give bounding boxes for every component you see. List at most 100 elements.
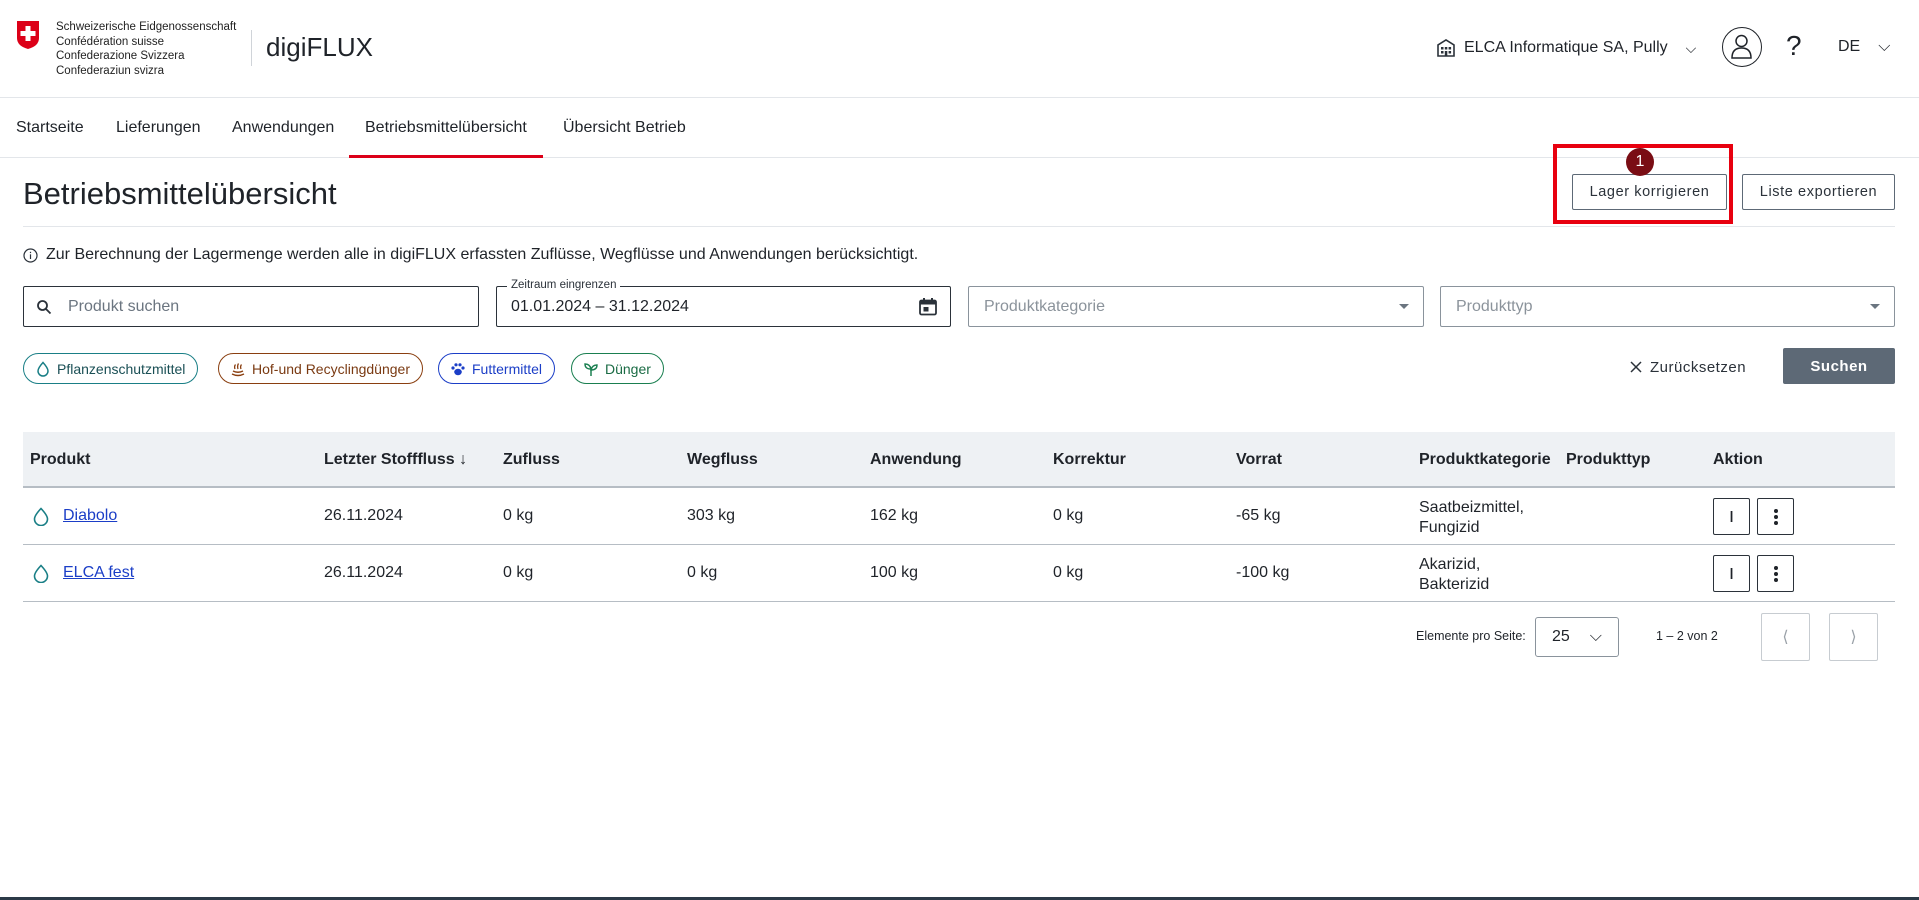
- column-header-anwendung[interactable]: Anwendung: [870, 432, 962, 488]
- search-button[interactable]: Suchen: [1783, 348, 1895, 384]
- cell-vorrat: -65 kg: [1236, 507, 1281, 524]
- drop-icon: [37, 360, 49, 377]
- column-header-produkt[interactable]: Produkt: [30, 432, 90, 488]
- header-divider: [251, 30, 252, 66]
- chevron-down-icon: ⌵: [1878, 38, 1891, 55]
- user-avatar-button[interactable]: [1722, 27, 1762, 67]
- language-label: DE: [1838, 38, 1861, 55]
- cell-korrektur: 0 kg: [1053, 507, 1084, 524]
- cell-letzter-stofffluss: 26.11.2024: [324, 564, 403, 581]
- caret-down-icon: [1399, 304, 1409, 309]
- date-range-field[interactable]: Zeitraum eingrenzen 01.01.2024 – 31.12.2…: [496, 279, 951, 327]
- chevron-down-icon: ⌵: [1589, 628, 1602, 645]
- product-type-placeholder: Produkttyp: [1456, 298, 1533, 315]
- next-page-button[interactable]: ⟩: [1829, 613, 1878, 661]
- more-vertical-icon: [1773, 508, 1778, 525]
- product-link[interactable]: ELCA fest: [63, 564, 134, 582]
- chip-futtermittel[interactable]: Futtermittel: [438, 353, 556, 384]
- reset-label: Zurücksetzen: [1650, 358, 1747, 376]
- chip-pflanzenschutzmittel[interactable]: Pflanzenschutzmittel: [23, 353, 199, 384]
- category-line: Akarizid,: [1419, 556, 1481, 573]
- category-line: Fungizid: [1419, 519, 1480, 536]
- confederation-line-it: Confederazione Svizzera: [56, 50, 185, 62]
- tab-lieferungen[interactable]: Lieferungen: [100, 98, 217, 158]
- organization-name: ELCA Informatique SA, Pully: [1464, 39, 1668, 56]
- product-name[interactable]: ELCA fest: [63, 564, 134, 581]
- caret-down-icon: [1870, 304, 1880, 309]
- tab-uebersicht-betrieb[interactable]: Übersicht Betrieb: [547, 98, 702, 158]
- info-text: Zur Berechnung der Lagermenge werden all…: [46, 246, 919, 263]
- info-icon: [23, 247, 38, 263]
- page-range: 1 – 2 von 2: [1656, 629, 1718, 643]
- column-header-zufluss[interactable]: Zufluss: [503, 432, 560, 488]
- info-message: Zur Berechnung der Lagermenge werden all…: [23, 246, 918, 264]
- column-header-aktion: Aktion: [1713, 451, 1763, 468]
- info-i-icon: ı: [1728, 562, 1735, 584]
- product-link[interactable]: Diabolo: [63, 507, 117, 525]
- tab-betriebsmitteluebersicht[interactable]: Betriebsmittelübersicht: [349, 98, 543, 158]
- confederation-names: Schweizerische Eidgenossenschaft Confédé…: [56, 20, 236, 78]
- column-header-produkttyp[interactable]: Produkttyp: [1566, 432, 1650, 488]
- cell-zufluss: 0 kg: [503, 564, 534, 581]
- paw-icon: [451, 362, 465, 375]
- column-header-letzter-stofffluss[interactable]: Letzter Stofffluss ↓: [324, 432, 467, 488]
- step-badge: 1: [1626, 148, 1654, 176]
- category-line: Saatbeizmittel,: [1419, 499, 1524, 516]
- date-range-value[interactable]: 01.01.2024 – 31.12.2024: [511, 298, 689, 316]
- previous-page-button[interactable]: ⟨: [1761, 613, 1810, 661]
- more-actions-button[interactable]: [1757, 498, 1794, 535]
- chip-label: Hof-und Recyclingdünger: [252, 360, 410, 377]
- tab-startseite[interactable]: Startseite: [0, 98, 100, 158]
- product-type-select[interactable]: Produkttyp: [1440, 286, 1895, 327]
- category-line: Bakterizid: [1419, 576, 1490, 593]
- chip-hof-und-recyclingduenger[interactable]: Hof-und Recyclingdünger: [218, 353, 423, 384]
- title-divider: [23, 226, 1895, 227]
- column-header-korrektur[interactable]: Korrektur: [1053, 432, 1126, 488]
- language-selector[interactable]: DE ⌵: [1838, 38, 1890, 56]
- info-button[interactable]: ı: [1713, 498, 1750, 535]
- product-name[interactable]: Diabolo: [63, 507, 117, 524]
- info-button[interactable]: ı: [1713, 555, 1750, 592]
- confederation-line-de: Schweizerische Eidgenossenschaft: [56, 21, 237, 33]
- pflanzenschutzmittel-drop-icon: [33, 507, 49, 526]
- manure-icon: [231, 362, 245, 376]
- chip-duenger[interactable]: Dünger: [571, 353, 664, 384]
- cell-anwendung: 162 kg: [870, 507, 919, 524]
- chevron-right-icon: ⟩: [1850, 629, 1857, 646]
- page-size-value: 25: [1552, 628, 1570, 645]
- column-header-vorrat[interactable]: Vorrat: [1236, 432, 1282, 488]
- column-header-produktkategorie[interactable]: Produktkategorie: [1419, 432, 1551, 488]
- chip-label: Dünger: [605, 360, 651, 377]
- search-field: [23, 286, 479, 327]
- swiss-flag-icon: [17, 21, 39, 49]
- cell-wegfluss: 0 kg: [687, 564, 718, 581]
- help-button[interactable]: ?: [1786, 30, 1802, 62]
- reset-button[interactable]: Zurücksetzen: [1630, 355, 1746, 379]
- confederation-line-fr: Confédération suisse: [56, 35, 165, 48]
- column-header-wegfluss[interactable]: Wegfluss: [687, 432, 758, 488]
- liste-exportieren-button[interactable]: Liste exportieren: [1742, 174, 1895, 210]
- chip-label: Futtermittel: [472, 360, 543, 377]
- date-range-label: Zeitraum eingrenzen: [507, 279, 621, 291]
- tab-anwendungen[interactable]: Anwendungen: [216, 98, 350, 158]
- cell-wegfluss: 303 kg: [687, 507, 736, 524]
- search-icon: [37, 300, 52, 315]
- app-name[interactable]: digiFLUX: [266, 32, 373, 63]
- chevron-down-icon: ⌵: [1685, 39, 1697, 56]
- search-input[interactable]: [68, 287, 468, 326]
- table-row: ELCA fest 26.11.2024 0 kg 0 kg 100 kg 0 …: [23, 545, 1895, 602]
- page-size-select[interactable]: 25 ⌵: [1535, 617, 1619, 657]
- cell-produktkategorie: Saatbeizmittel, Fungizid: [1419, 498, 1524, 538]
- page-title: Betriebsmittelübersicht: [23, 176, 337, 211]
- app-header: Schweizerische Eidgenossenschaft Confédé…: [0, 0, 1919, 98]
- more-actions-button[interactable]: [1757, 555, 1794, 592]
- building-icon: [1437, 39, 1455, 57]
- cell-zufluss: 0 kg: [503, 507, 534, 524]
- product-category-select[interactable]: Produktkategorie: [968, 286, 1424, 327]
- calendar-icon[interactable]: [918, 297, 938, 317]
- table-row: Diabolo 26.11.2024 0 kg 303 kg 162 kg 0 …: [23, 488, 1895, 545]
- close-icon: [1630, 361, 1642, 373]
- cell-anwendung: 100 kg: [870, 564, 919, 581]
- organization-selector[interactable]: ELCA Informatique SA, Pully ⌵: [1436, 36, 1696, 60]
- sprout-icon: [584, 362, 598, 376]
